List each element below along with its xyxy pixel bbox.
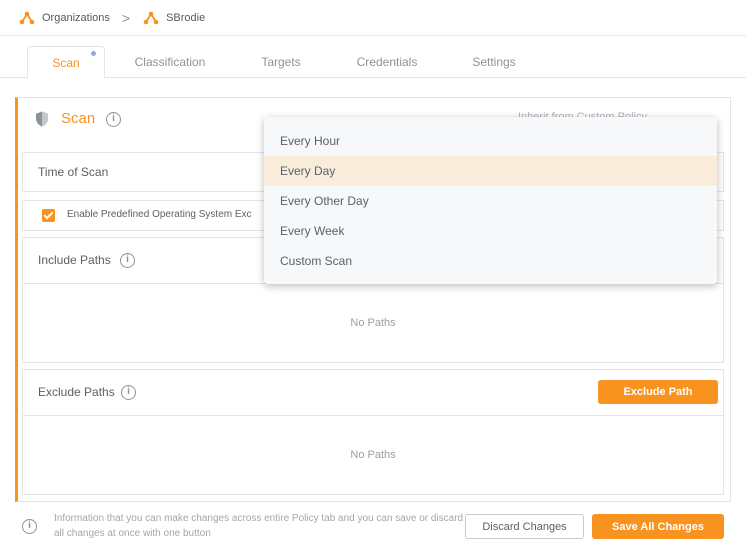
- tab-label: Targets: [261, 55, 301, 69]
- tab-label: Credentials: [356, 55, 418, 69]
- dropdown-option-every-other-day[interactable]: Every Other Day: [264, 186, 717, 216]
- breadcrumb: Organizations > SBrodie: [0, 0, 746, 36]
- organization-icon: [19, 11, 35, 24]
- divider: [23, 415, 723, 416]
- predefined-exclusions-label: Enable Predefined Operating System Exc: [67, 209, 252, 220]
- exclude-paths-label: Exclude Paths: [38, 385, 115, 399]
- dropdown-option-every-week[interactable]: Every Week: [264, 216, 717, 246]
- breadcrumb-label: SBrodie: [166, 11, 206, 24]
- tab-classification[interactable]: Classification: [120, 46, 220, 78]
- tab-settings[interactable]: Settings: [455, 46, 533, 78]
- footer-info-text: Information that you can make changes ac…: [54, 513, 464, 539]
- tab-targets[interactable]: Targets: [240, 46, 322, 78]
- predefined-exclusions-checkbox[interactable]: [42, 209, 55, 222]
- info-icon: i: [22, 519, 37, 534]
- tab-label: Settings: [472, 55, 516, 69]
- info-icon[interactable]: i: [120, 253, 135, 268]
- dropdown-option-custom-scan[interactable]: Custom Scan: [264, 246, 717, 276]
- organization-icon: [143, 11, 159, 24]
- panel-title: Scan: [61, 110, 96, 127]
- tab-scan[interactable]: Scan: [27, 46, 105, 79]
- tab-indicator-dot: [91, 51, 96, 56]
- info-icon[interactable]: i: [121, 385, 136, 400]
- include-paths-empty: No Paths: [350, 317, 396, 329]
- policy-tabs: Scan Classification Targets Credentials …: [0, 36, 746, 79]
- breadcrumb-separator: >: [121, 9, 131, 26]
- tab-label: Classification: [134, 55, 206, 69]
- shield-icon: [36, 111, 48, 127]
- save-all-changes-button[interactable]: Save All Changes: [592, 514, 724, 539]
- time-of-scan-dropdown[interactable]: Every Hour Every Day Every Other Day Eve…: [264, 117, 717, 284]
- discard-changes-button[interactable]: Discard Changes: [465, 514, 584, 539]
- include-paths-label: Include Paths: [38, 253, 111, 267]
- breadcrumb-label: Organizations: [42, 11, 110, 24]
- time-of-scan-label: Time of Scan: [38, 165, 109, 179]
- exclude-path-button[interactable]: Exclude Path: [598, 380, 718, 404]
- breadcrumb-item-organizations[interactable]: Organizations: [19, 10, 110, 26]
- dropdown-option-every-hour[interactable]: Every Hour: [264, 126, 717, 156]
- breadcrumb-item-sbrodie[interactable]: SBrodie: [143, 10, 205, 26]
- exclude-paths-section: Exclude Paths i Exclude Path No Paths: [22, 369, 724, 495]
- tab-label: Scan: [52, 55, 80, 70]
- tab-credentials[interactable]: Credentials: [342, 46, 432, 78]
- dropdown-option-every-day[interactable]: Every Day: [264, 156, 717, 186]
- exclude-paths-empty: No Paths: [350, 449, 396, 461]
- info-icon[interactable]: i: [106, 112, 121, 127]
